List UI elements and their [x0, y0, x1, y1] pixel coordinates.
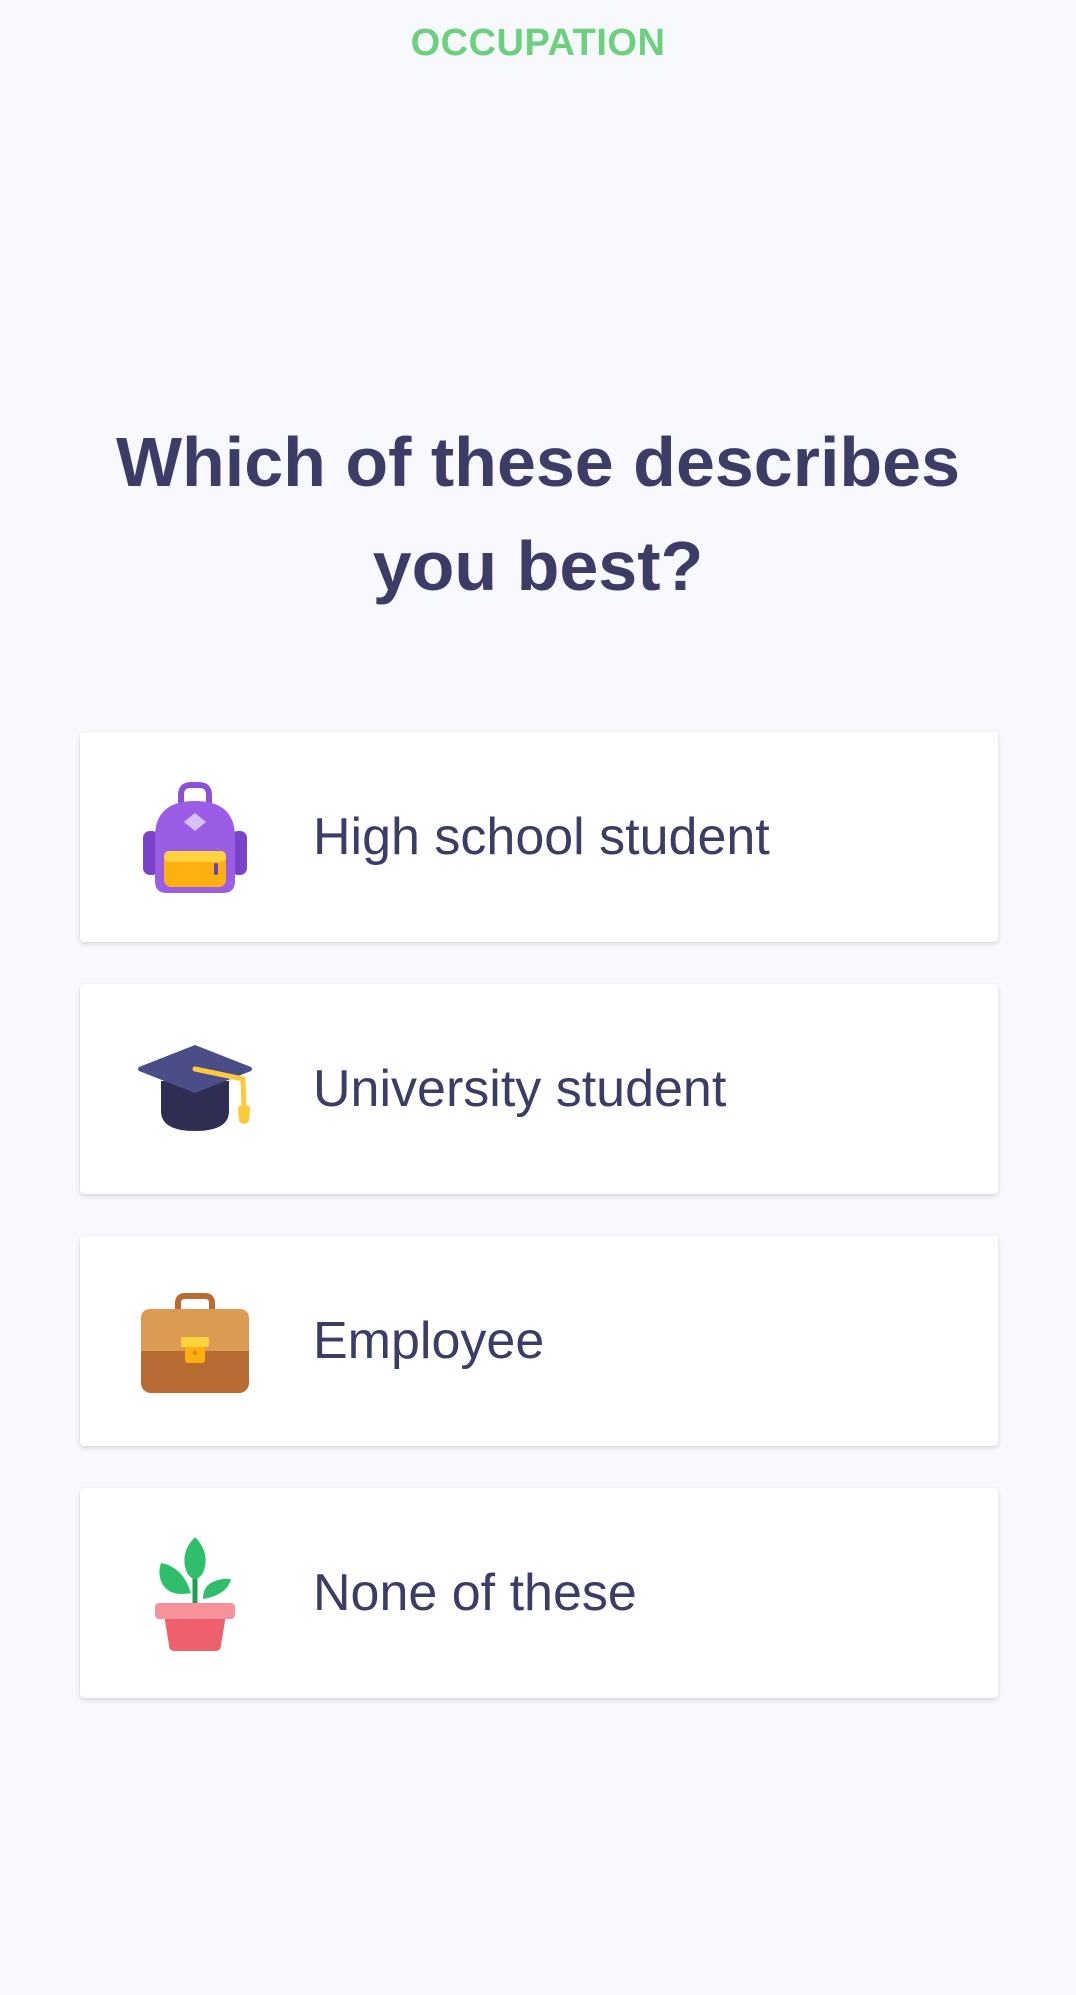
option-employee[interactable]: Employee — [80, 1236, 998, 1446]
backpack-icon — [135, 777, 255, 897]
graduation-cap-icon — [135, 1029, 255, 1149]
option-label: University student — [313, 1060, 727, 1118]
briefcase-icon — [135, 1281, 255, 1401]
option-high-school-student[interactable]: High school student — [80, 732, 998, 942]
potted-plant-icon — [135, 1533, 255, 1653]
options-list: High school student University student E — [80, 732, 998, 1740]
question-line-1: Which of these describes — [115, 423, 961, 501]
option-university-student[interactable]: University student — [80, 984, 998, 1194]
question-heading: Which of these describes you best? — [60, 410, 1016, 618]
section-label: OCCUPATION — [410, 22, 666, 64]
option-label: High school student — [313, 808, 770, 866]
option-label: Employee — [313, 1312, 545, 1370]
option-label: None of these — [313, 1564, 637, 1622]
question-line-2: you best? — [372, 527, 704, 605]
option-none-of-these[interactable]: None of these — [80, 1488, 998, 1698]
